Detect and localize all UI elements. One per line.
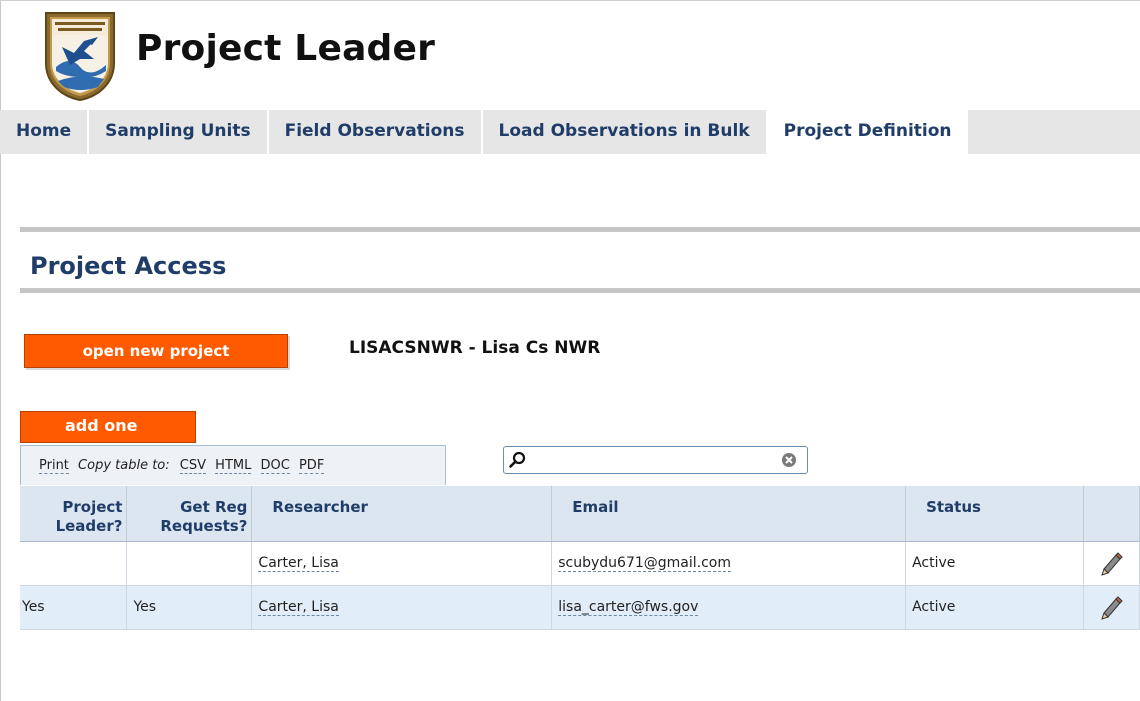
- cell-researcher: Carter, Lisa: [251, 585, 553, 630]
- agency-logo-icon: [45, 12, 115, 102]
- tab-home[interactable]: Home: [0, 110, 90, 154]
- copy-pdf-link[interactable]: PDF: [298, 458, 325, 474]
- column-header-researcher[interactable]: Researcher: [251, 486, 553, 542]
- copy-html-link[interactable]: HTML: [215, 458, 252, 474]
- cell-edit: [1083, 585, 1140, 630]
- column-header-status[interactable]: Status: [905, 486, 1084, 542]
- cell-status: Active: [905, 541, 1084, 586]
- add-one-button[interactable]: add one: [20, 411, 196, 443]
- top-border: [0, 0, 1140, 1]
- tab-load-observations-in-bulk[interactable]: Load Observations in Bulk: [483, 110, 768, 154]
- pencil-icon[interactable]: [1098, 550, 1124, 576]
- cell-email: lisa_carter@fws.gov: [551, 585, 907, 630]
- cell-edit: [1083, 541, 1140, 586]
- clear-icon[interactable]: [781, 452, 797, 468]
- column-header-edit: [1083, 486, 1140, 542]
- table-row: Carter, Lisa scubydu671@gmail.com Active: [20, 541, 1140, 586]
- section-divider-top: [20, 227, 1140, 232]
- table-search: [503, 446, 808, 474]
- print-link[interactable]: Print: [39, 458, 69, 474]
- table-header-row: Project Leader? Get Reg Requests? Research…: [20, 486, 1140, 542]
- cell-project-leader: [20, 541, 128, 586]
- copy-csv-link[interactable]: CSV: [179, 458, 207, 474]
- cell-email: scubydu671@gmail.com: [551, 541, 907, 586]
- app-title: Project Leader: [136, 28, 436, 69]
- section-title: Project Access: [30, 252, 227, 280]
- tab-field-observations[interactable]: Field Observations: [269, 110, 483, 154]
- column-header-get-reg-requests[interactable]: Get Reg Requests?: [126, 486, 253, 542]
- cell-researcher: Carter, Lisa: [251, 541, 553, 586]
- copy-doc-link[interactable]: DOC: [260, 458, 290, 474]
- header-text: Get Reg: [180, 498, 248, 516]
- header-text: Requests?: [160, 517, 248, 535]
- researcher-link[interactable]: Carter, Lisa: [258, 599, 339, 616]
- cell-get-reg-requests: [126, 541, 253, 586]
- column-header-project-leader[interactable]: Project Leader?: [20, 486, 128, 542]
- current-project-name: LISACSNWR - Lisa Cs NWR: [349, 338, 601, 358]
- cell-get-reg-requests: Yes: [126, 585, 253, 630]
- search-input[interactable]: [532, 449, 776, 473]
- researcher-link[interactable]: Carter, Lisa: [258, 555, 339, 572]
- open-new-project-button[interactable]: open new project: [24, 334, 288, 368]
- column-header-email[interactable]: Email: [551, 486, 907, 542]
- email-link[interactable]: lisa_carter@fws.gov: [558, 599, 699, 616]
- main-nav: Home Sampling Units Field Observations L…: [0, 110, 1140, 154]
- pencil-icon[interactable]: [1098, 594, 1124, 620]
- tab-sampling-units[interactable]: Sampling Units: [89, 110, 269, 154]
- section-divider-bottom: [20, 288, 1140, 293]
- cell-status: Active: [905, 585, 1084, 630]
- table-export-toolbar: Print Copy table to: CSV HTML DOC PDF: [20, 445, 446, 485]
- table-row: Yes Yes Carter, Lisa lisa_carter@fws.gov…: [20, 585, 1140, 630]
- left-border: [0, 0, 1, 701]
- project-access-table: Project Leader? Get Reg Requests? Research…: [20, 486, 1140, 630]
- header-text: Project: [62, 498, 123, 516]
- search-icon: [509, 451, 526, 468]
- tab-project-definition[interactable]: Project Definition: [767, 110, 968, 154]
- email-link[interactable]: scubydu671@gmail.com: [558, 555, 732, 572]
- cell-project-leader: Yes: [20, 585, 128, 630]
- copy-table-label: Copy table to:: [78, 458, 170, 473]
- header-text: Leader?: [55, 517, 123, 535]
